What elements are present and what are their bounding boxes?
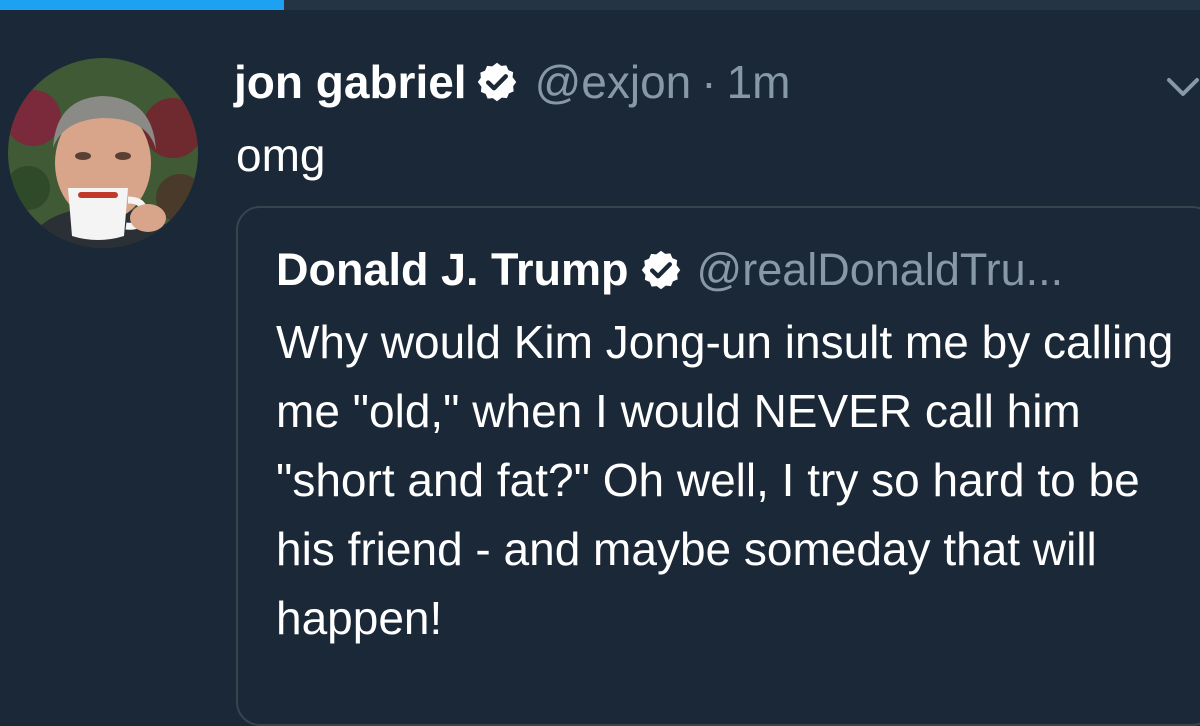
author-handle[interactable]: @exjon — [535, 55, 692, 109]
verified-badge-icon — [639, 248, 683, 292]
quoted-author-handle: @realDonaldTru... — [696, 244, 1064, 295]
quoted-tweet-card[interactable]: Donald J. Trump @realDonaldTru... Why wo… — [236, 206, 1200, 726]
separator-dot: · — [701, 56, 717, 108]
quoted-tweet-header: Donald J. Trump @realDonaldTru... — [276, 238, 1063, 302]
progress-bar-fill — [0, 0, 285, 10]
chevron-down-icon[interactable] — [1166, 74, 1200, 100]
tweet-text: omg — [236, 129, 326, 181]
quoted-author-name: Donald J. Trump — [276, 244, 629, 295]
quoted-tweet-text: Why would Kim Jong-un insult me by calli… — [276, 316, 1174, 644]
tweet-timestamp[interactable]: 1m — [727, 55, 791, 109]
tweet-header: jon gabriel @exjon · 1m — [234, 52, 791, 112]
avatar[interactable] — [8, 58, 198, 248]
verified-badge-icon — [475, 60, 519, 104]
progress-bar — [0, 0, 1200, 10]
author-name[interactable]: jon gabriel — [234, 55, 467, 109]
